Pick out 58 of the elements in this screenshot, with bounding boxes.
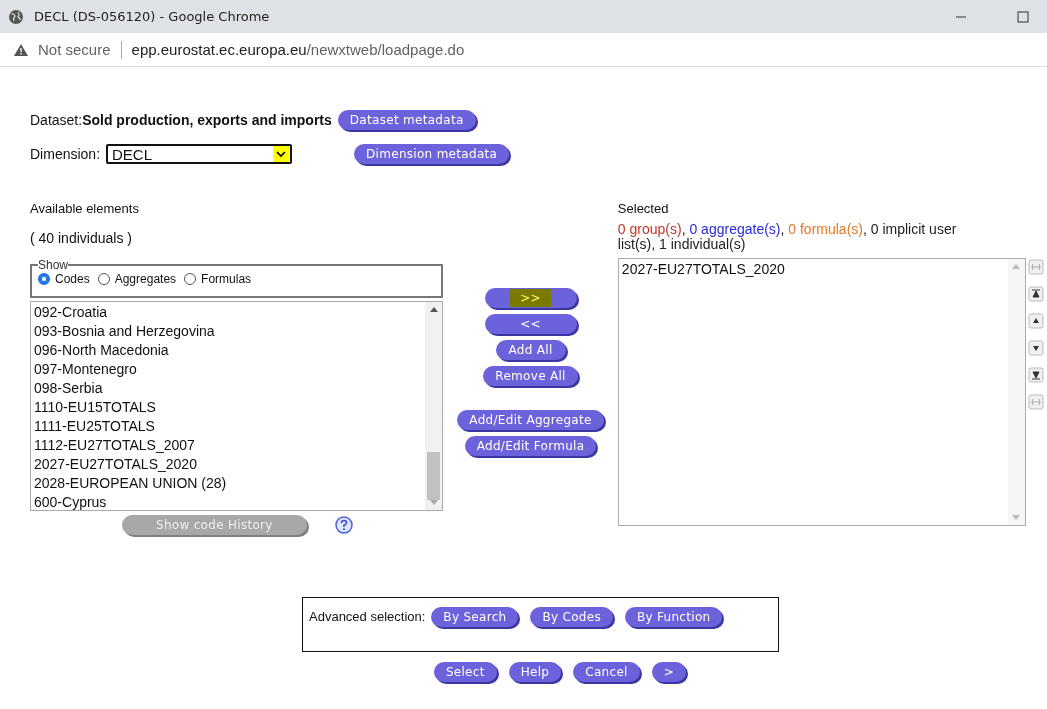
globe-icon (8, 8, 24, 25)
sort-ascending-icon[interactable] (1027, 258, 1044, 276)
scrollbar[interactable] (1007, 259, 1025, 525)
footer-button[interactable]: Help (508, 662, 562, 682)
move-to-bottom-icon[interactable] (1027, 366, 1044, 384)
url-field[interactable]: epp.eurostat.ec.europa.eu/newxtweb/loadpage.do (131, 41, 465, 58)
footer-button[interactable]: > (651, 662, 687, 682)
move-button[interactable]: Remove All (483, 366, 578, 386)
window-title: DECL (DS-056120) - Google Chrome (34, 9, 270, 24)
scroll-down-icon[interactable] (1012, 515, 1021, 521)
dataset-label: Dataset:Sold production, exports and imports (30, 112, 332, 128)
advanced-selection-label: Advanced selection: (309, 608, 426, 624)
footer-button[interactable]: Cancel (573, 662, 640, 682)
edit-button[interactable]: Add/Edit Formula (464, 436, 597, 456)
advanced-selection-button[interactable]: By Search (431, 607, 519, 627)
move-button[interactable]: >> (484, 288, 577, 308)
list-item[interactable]: 600-Cyprus (34, 493, 423, 512)
scroll-thumb[interactable] (427, 452, 441, 500)
list-item[interactable]: 093-Bosnia and Herzegovina (34, 322, 423, 341)
list-item[interactable]: 2027-EU27TOTALS_2020 (621, 260, 1005, 279)
list-item[interactable]: 1111-EU25TOTALS (34, 417, 423, 436)
caret-icon (273, 146, 290, 162)
sort-descending-icon[interactable] (1027, 393, 1044, 411)
available-count: ( 40 individuals ) (30, 230, 133, 246)
available-title: Available elements (30, 201, 140, 216)
move-down-icon[interactable] (1027, 339, 1044, 357)
scroll-up-icon[interactable] (429, 306, 438, 312)
list-item[interactable]: 098-Serbia (34, 379, 423, 398)
radio-option[interactable]: Aggregates (97, 272, 177, 286)
help-icon[interactable] (334, 516, 353, 534)
radio-option[interactable]: Codes (38, 272, 90, 286)
dimension-dropdown[interactable]: DECL (106, 144, 293, 164)
move-button[interactable]: Add All (495, 340, 566, 360)
list-item[interactable]: 2027-EU27TOTALS_2020 (34, 455, 423, 474)
selected-title: Selected (617, 201, 670, 216)
selection-summary: 0 group(s), 0 aggregate(s), 0 formula(s), 0 implicit user list(s), 1 individual(s) (617, 222, 958, 252)
list-item[interactable]: 1112-EU27TOTALS_2007 (34, 436, 423, 455)
scrollbar[interactable] (425, 302, 443, 510)
maximize-icon[interactable] (1017, 10, 1029, 23)
move-button[interactable]: << (484, 314, 577, 334)
advanced-selection-button[interactable]: By Codes (530, 607, 613, 627)
security-label: Not secure (38, 41, 111, 58)
list-item[interactable]: 1110-EU15TOTALS (34, 398, 423, 417)
radio-option[interactable]: Formulas (184, 272, 252, 286)
dimension-label: Dimension: (30, 146, 101, 162)
edit-button[interactable]: Add/Edit Aggregate (457, 410, 604, 430)
warning-icon (14, 43, 28, 56)
advanced-selection-button[interactable]: By Function (624, 607, 723, 627)
list-item[interactable]: 096-North Macedonia (34, 341, 423, 360)
show-legend: Show (38, 258, 69, 272)
list-item[interactable]: 092-Croatia (34, 303, 423, 322)
move-to-top-icon[interactable] (1027, 285, 1044, 303)
dimension-metadata-button[interactable]: Dimension metadata (354, 144, 510, 164)
dataset-metadata-button[interactable]: Dataset metadata (337, 110, 476, 130)
list-item[interactable]: 2028-EUROPEAN UNION (28) (34, 474, 423, 493)
list-item[interactable]: 097-Montenegro (34, 360, 423, 379)
footer-button[interactable]: Select (433, 662, 497, 682)
move-up-icon[interactable] (1027, 312, 1044, 330)
